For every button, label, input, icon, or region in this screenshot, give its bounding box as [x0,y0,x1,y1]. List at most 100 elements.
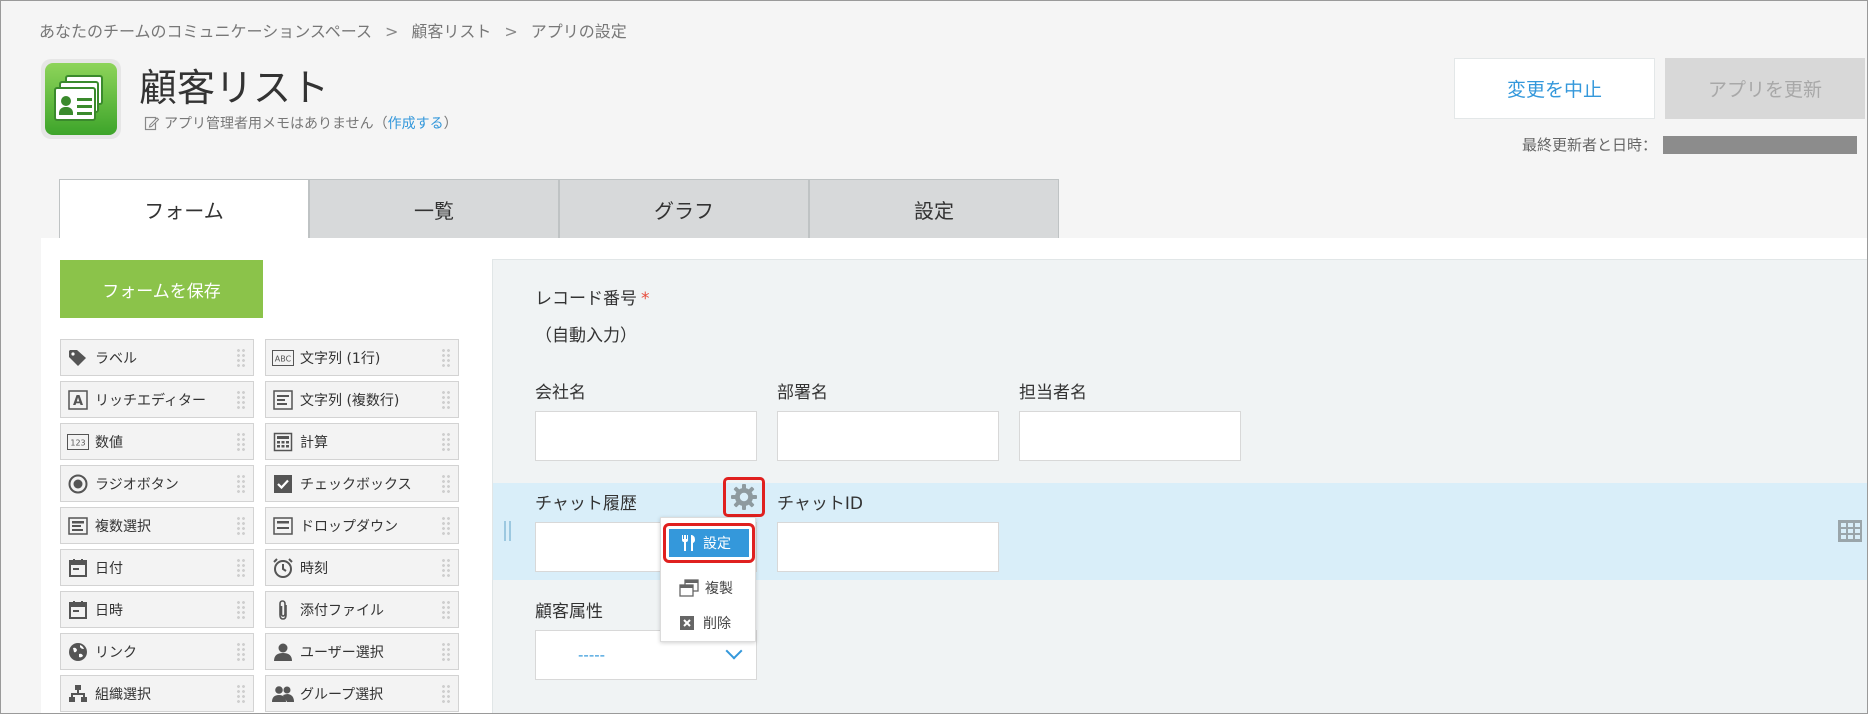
palette-item-single-line-text[interactable]: ABC 文字列 (1行) [265,339,459,376]
drag-grip-icon [441,642,451,662]
cancel-changes-button[interactable]: 変更を中止 [1454,58,1655,119]
memo-edit-icon [144,116,160,131]
last-updated-label: 最終更新者と日時： [1522,136,1658,154]
app-settings-window: あなたのチームのコミュニケーションスペース > 顧客リスト > アプリの設定 顧客リスト… [0,0,1868,714]
tab-settings[interactable]: 設定 [809,179,1059,239]
breadcrumb-space-link[interactable]: あなたのチームのコミュニケーションスペース [39,22,372,41]
drag-grip-icon [441,348,451,368]
dropdown-icon [272,515,294,537]
palette-item-group-select[interactable]: グループ選択 [265,675,459,712]
palette-item-multiline-text[interactable]: 文字列 (複数行) [265,381,459,418]
company-field[interactable] [535,411,757,461]
calculator-icon [272,431,294,453]
drag-grip-icon [236,600,246,620]
drag-grip-icon [236,474,246,494]
palette-item-datetime[interactable]: 日時 [60,591,254,628]
palette-item-org-select[interactable]: 組織選択 [60,675,254,712]
calendar-icon [67,557,89,579]
palette-item-link[interactable]: リンク [60,633,254,670]
user-icon [272,641,294,663]
drag-grip-icon [236,390,246,410]
menu-settings-item[interactable]: 設定 [663,523,755,563]
radio-icon [67,473,89,495]
menu-duplicate-item[interactable]: 複製 [679,578,733,598]
rich-text-icon: A [67,389,89,411]
chat-id-label: チャットID [777,494,863,514]
gear-icon [731,484,757,510]
multiline-text-icon [272,389,294,411]
table-icon[interactable] [1838,520,1862,542]
tab-graph[interactable]: グラフ [559,179,809,239]
company-label: 会社名 [535,383,586,403]
svg-text:123: 123 [70,438,85,447]
number-icon: 123 [67,431,89,453]
palette-item-calculation[interactable]: 計算 [265,423,459,460]
form-canvas: レコード番号 * （自動入力） 会社名 部署名 担当者名 チャット履歴 チャットI… [492,259,1867,713]
delete-icon [680,616,694,630]
palette-item-label[interactable]: ラベル [60,339,254,376]
abc-icon: ABC [272,347,294,369]
datetime-icon [67,599,89,621]
chat-history-label: チャット履歴 [535,494,637,514]
group-icon [272,683,294,705]
breadcrumb-app-link[interactable]: 顧客リスト [411,22,491,41]
breadcrumb: あなたのチームのコミュニケーションスペース > 顧客リスト > アプリの設定 [39,18,627,42]
drag-grip-icon [236,348,246,368]
menu-delete-item[interactable]: 削除 [679,613,731,633]
palette-item-user-select[interactable]: ユーザー選択 [265,633,459,670]
drag-grip-icon [236,684,246,704]
app-memo: アプリ管理者用メモはありません（作成する） [144,113,458,133]
update-app-button[interactable]: アプリを更新 [1665,58,1865,119]
drag-grip-icon [236,432,246,452]
drag-grip-icon [236,642,246,662]
clock-icon [272,557,294,579]
last-updated: 最終更新者と日時： [1522,134,1858,155]
drag-grip-icon [441,432,451,452]
field-context-menu: 設定 複製 削除 [660,517,756,642]
record-number-value: （自動入力） [535,326,637,346]
checkbox-icon [272,473,294,495]
tag-icon [67,347,89,369]
drag-grip-icon [441,558,451,578]
customer-attr-label: 顧客属性 [535,602,603,622]
form-editor: フォームを保存 ラベル A リッチエディター 123 数値 ラジオボタン 複数選… [41,238,1867,713]
tab-form[interactable]: フォーム [59,179,309,239]
palette-item-attachment[interactable]: 添付ファイル [265,591,459,628]
required-mark: * [641,289,650,309]
duplicate-icon [679,579,699,597]
palette-item-dropdown[interactable]: ドロップダウン [265,507,459,544]
chevron-down-icon [725,642,743,660]
palette-item-radio[interactable]: ラジオボタン [60,465,254,502]
person-field[interactable] [1019,411,1241,461]
svg-text:A: A [73,394,83,409]
palette-item-checkbox[interactable]: チェックボックス [265,465,459,502]
department-field[interactable] [777,411,999,461]
drag-grip-icon [441,516,451,536]
tools-icon [682,535,695,551]
palette-item-multi-select[interactable]: 複数選択 [60,507,254,544]
breadcrumb-separator: > [504,22,518,41]
memo-create-link[interactable]: 作成する [388,116,444,132]
breadcrumb-current: アプリの設定 [530,22,627,41]
svg-text:ABC: ABC [275,354,292,363]
drag-grip-icon [236,558,246,578]
redacted-info [1663,135,1858,154]
save-form-button[interactable]: フォームを保存 [60,260,263,318]
org-icon [67,683,89,705]
record-number-label: レコード番号 * [535,289,650,309]
breadcrumb-separator: > [384,22,399,41]
palette-item-time[interactable]: 時刻 [265,549,459,586]
app-title: 顧客リスト [139,66,330,110]
drag-grip-icon [441,600,451,620]
palette-item-number[interactable]: 123 数値 [60,423,254,460]
field-gear-button[interactable] [723,477,765,517]
drag-grip-icon [441,390,451,410]
chat-id-field[interactable] [777,522,999,572]
palette-item-rich-editor[interactable]: A リッチエディター [60,381,254,418]
palette-item-date[interactable]: 日付 [60,549,254,586]
paperclip-icon [272,599,294,621]
person-label: 担当者名 [1019,383,1087,403]
tab-list[interactable]: 一覧 [309,179,559,239]
memo-text: アプリ管理者用メモはありません（作成する） [164,116,458,132]
row-drag-handle[interactable] [504,521,511,541]
